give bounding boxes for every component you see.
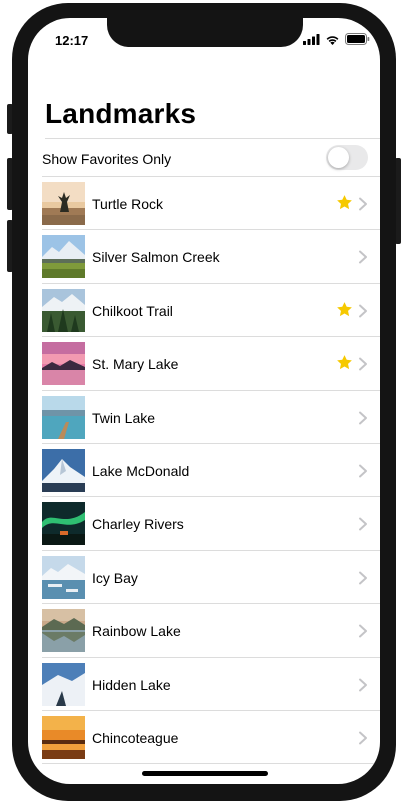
- row-separator: [42, 763, 380, 765]
- page-title: Landmarks: [45, 98, 197, 129]
- landmark-row[interactable]: Chincoteague: [28, 711, 380, 765]
- landmark-row[interactable]: Icy Bay: [28, 551, 380, 605]
- landmark-row[interactable]: Rainbow Lake: [28, 604, 380, 658]
- favorites-row: Show Favorites Only: [28, 140, 380, 177]
- chevron-right-icon: [359, 304, 367, 318]
- wifi-icon: [326, 35, 339, 45]
- chevron-right-icon: [359, 624, 367, 638]
- notch: [107, 18, 303, 47]
- landmark-thumbnail: [42, 395, 85, 439]
- favorites-toggle[interactable]: [326, 145, 368, 170]
- landmark-thumbnail: [42, 235, 85, 279]
- landmark-row[interactable]: Silver Salmon Creek: [28, 230, 380, 284]
- title-divider: [45, 138, 380, 139]
- landmark-name: Chilkoot Trail: [92, 302, 173, 319]
- landmark-thumbnail: [42, 288, 85, 332]
- landmark-row[interactable]: Lake McDonald: [28, 444, 380, 498]
- landmark-name: Icy Bay: [92, 569, 138, 586]
- landmark-row[interactable]: Twin Lake: [28, 391, 380, 444]
- landmark-name: Silver Salmon Creek: [92, 249, 220, 266]
- landmark-name: St. Mary Lake: [92, 356, 179, 373]
- screen: 12:17 Landmarks Show Favorites Only Turt…: [28, 18, 380, 784]
- status-time: 12:17: [55, 33, 89, 48]
- chevron-right-icon: [359, 517, 367, 531]
- landmark-name: Lake McDonald: [92, 462, 190, 479]
- landmark-name: Turtle Rock: [92, 196, 164, 212]
- chevron-right-icon: [359, 571, 367, 585]
- signal-icon: [303, 33, 320, 45]
- star-icon: [337, 301, 352, 316]
- landmark-name: Twin Lake: [92, 409, 156, 426]
- star-icon: [337, 355, 352, 370]
- favorites-toggle-label: Show Favorites Only: [42, 151, 172, 167]
- landmark-thumbnail: [42, 502, 85, 546]
- chevron-right-icon: [359, 464, 367, 478]
- chevron-right-icon: [359, 731, 367, 745]
- landmark-thumbnail: [42, 555, 85, 599]
- status-icons: [303, 33, 370, 45]
- landmark-row[interactable]: Chilkoot Trail: [28, 284, 380, 338]
- landmark-list: Turtle Rock Silver Salmon Creek Chilkoot T…: [28, 177, 380, 765]
- landmark-row[interactable]: Charley Rivers: [28, 497, 380, 551]
- landmark-row[interactable]: Hidden Lake: [28, 658, 380, 711]
- battery-icon: [345, 33, 370, 45]
- toggle-knob: [328, 147, 349, 168]
- chevron-right-icon: [359, 250, 367, 264]
- chevron-right-icon: [359, 197, 367, 211]
- landmark-thumbnail: [42, 182, 85, 225]
- star-icon: [337, 195, 352, 210]
- home-indicator[interactable]: [142, 771, 268, 776]
- chevron-right-icon: [359, 678, 367, 692]
- landmark-row[interactable]: St. Mary Lake: [28, 337, 380, 391]
- chevron-right-icon: [359, 411, 367, 425]
- landmark-thumbnail: [42, 609, 85, 653]
- landmark-thumbnail: [42, 448, 85, 492]
- chevron-right-icon: [359, 357, 367, 371]
- landmark-thumbnail: [42, 715, 85, 759]
- landmark-thumbnail: [42, 662, 85, 706]
- landmark-name: Hidden Lake: [92, 676, 171, 693]
- landmark-name: Charley Rivers: [92, 516, 184, 533]
- landmark-name: Rainbow Lake: [92, 623, 181, 640]
- landmark-name: Chincoteague: [92, 729, 179, 746]
- landmark-row[interactable]: Turtle Rock: [28, 177, 380, 231]
- landmark-thumbnail: [42, 342, 85, 386]
